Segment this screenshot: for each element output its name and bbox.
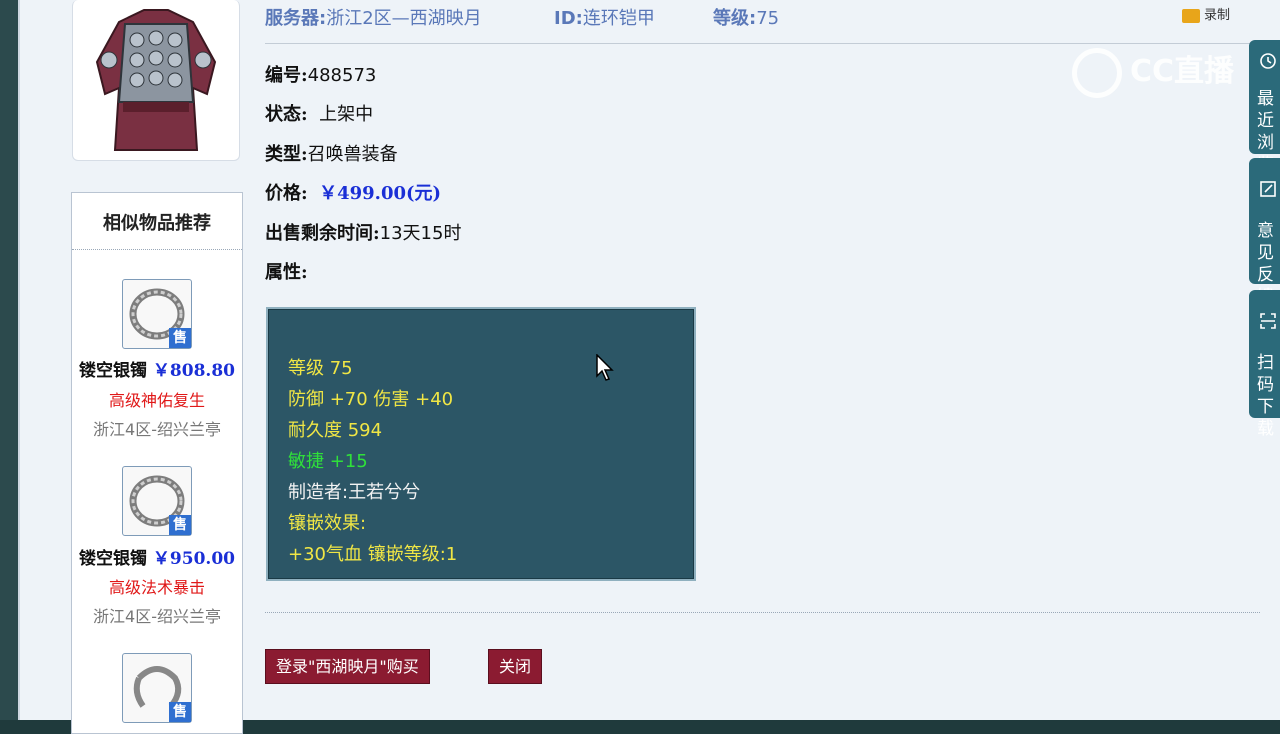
record-label: 录制 xyxy=(1204,8,1231,23)
server-label: 服务器: xyxy=(265,8,327,29)
record-badge[interactable]: 录制 xyxy=(1182,4,1230,23)
record-icon xyxy=(1182,8,1200,23)
number-field: 编号:488573 xyxy=(265,61,376,87)
id-value: 连环铠甲 xyxy=(582,8,655,29)
time-left-value: 13天15时 xyxy=(379,223,462,244)
cc-live-watermark: CC直播 xyxy=(1072,46,1234,98)
sidebar-feedback-tab[interactable]: 意见反馈 xyxy=(1249,158,1280,307)
level-label: 等级: xyxy=(713,8,757,29)
server-value: 浙江2区—西湖映月 xyxy=(326,8,482,29)
clock-icon xyxy=(1260,53,1276,69)
bracelet-thumb[interactable]: 售 xyxy=(122,466,192,536)
status-label: 状态: xyxy=(265,104,308,125)
armor-icon xyxy=(95,9,217,151)
similar-item-price: ￥950.00 xyxy=(152,549,235,569)
number-value: 488573 xyxy=(307,65,377,86)
similar-item-server: 浙江4区-绍兴兰亭 xyxy=(93,607,221,626)
attributes-box: 等级 75 防御 +70 伤害 +40 耐久度 594 敏捷 +15 制造者:王… xyxy=(266,307,696,581)
sidebar-scan-tab[interactable]: 扫码下载 xyxy=(1249,290,1280,439)
edit-icon xyxy=(1260,181,1276,197)
attr-inlay-title: 镶嵌效果: xyxy=(288,513,367,534)
price-label: 价格: xyxy=(265,183,308,204)
time-left-label: 出售剩余时间: xyxy=(265,223,380,244)
attr-defense-damage: 防御 +70 伤害 +40 xyxy=(288,389,454,410)
number-label: 编号: xyxy=(265,65,308,86)
mouse-cursor-icon xyxy=(596,354,614,381)
login-buy-button[interactable]: 登录"西湖映月"购买 xyxy=(265,649,430,684)
bracelet-thumb[interactable]: 售 xyxy=(122,279,192,349)
cc-logo-icon xyxy=(1072,47,1122,98)
attr-agility: 敏捷 +15 xyxy=(288,451,368,472)
status-value: 上架中 xyxy=(319,104,374,125)
attributes-field: 属性: xyxy=(265,258,308,284)
server-info: 服务器:浙江2区—西湖映月 xyxy=(265,4,482,30)
status-field: 状态: 上架中 xyxy=(265,100,373,126)
type-label: 类型: xyxy=(265,144,308,165)
price-value: ￥499.00(元) xyxy=(319,183,442,204)
similar-item-name-price: 镂空银镯 ￥950.00 xyxy=(72,544,242,569)
similar-item-name: 镂空银镯 xyxy=(79,361,147,381)
similar-item-server: 浙江4区-绍兴兰亭 xyxy=(93,420,221,439)
listing-header: 服务器:浙江2区—西湖映月 ID:连环铠甲 等级:75 xyxy=(265,0,1260,44)
attributes-label: 属性: xyxy=(265,262,308,283)
attr-inlay-effect: +30气血 镶嵌等级:1 xyxy=(288,544,458,565)
sold-badge: 售 xyxy=(169,702,191,722)
type-value: 召唤兽装备 xyxy=(307,144,398,165)
similar-item-name-price: 镂空银镯 ￥808.80 xyxy=(72,356,242,381)
watermark-text: CC直播 xyxy=(1130,54,1235,89)
similar-item-attr: 高级法术暴击 xyxy=(108,578,205,597)
similar-item-name: 镂空银镯 xyxy=(79,549,147,569)
sold-badge: 售 xyxy=(169,328,191,348)
close-button[interactable]: 关闭 xyxy=(488,649,543,684)
time-left-field: 出售剩余时间:13天15时 xyxy=(265,219,461,245)
similar-items-panel: 相似物品推荐 售 镂空银镯 ￥808.80 高级神佑复生 浙江4区-绍兴兰亭 售… xyxy=(71,192,243,734)
sidebar-recent-tab[interactable]: 最近浏览 xyxy=(1249,40,1280,175)
similar-item-attr: 高级神佑复生 xyxy=(108,391,205,410)
attr-level: 等级 75 xyxy=(288,358,353,379)
level-value: 75 xyxy=(756,8,780,29)
similar-item-price: ￥808.80 xyxy=(152,361,235,381)
divider xyxy=(265,612,1260,613)
sidebar-scan-label: 扫码下载 xyxy=(1257,353,1274,439)
attr-maker: 制造者:王若兮兮 xyxy=(288,482,421,503)
attr-durability: 耐久度 594 xyxy=(288,420,383,441)
level-info: 等级:75 xyxy=(713,4,779,30)
item-image xyxy=(72,0,240,161)
scan-icon xyxy=(1260,313,1276,329)
id-info: ID:连环铠甲 xyxy=(554,4,655,30)
id-label: ID: xyxy=(554,8,583,29)
type-field: 类型:召唤兽装备 xyxy=(265,140,398,166)
price-field: 价格: ￥499.00(元) xyxy=(265,179,441,205)
sold-badge: 售 xyxy=(169,515,191,535)
left-edge-strip xyxy=(0,0,18,720)
bracelet-thumb[interactable]: 售 xyxy=(122,653,192,723)
similar-items-title: 相似物品推荐 xyxy=(72,193,242,250)
